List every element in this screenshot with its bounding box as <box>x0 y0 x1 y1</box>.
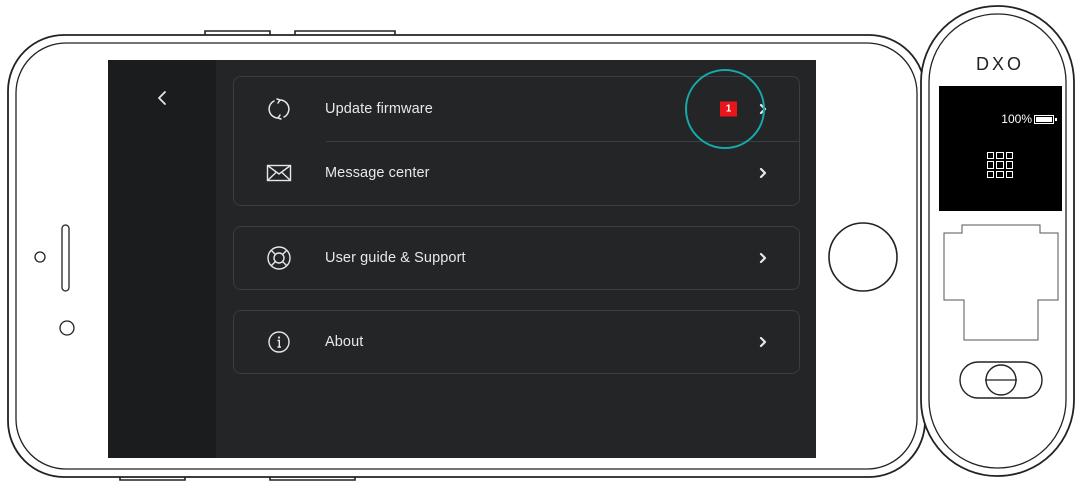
dxo-display: 100% <box>939 86 1062 211</box>
menu-item-label: About <box>325 334 364 350</box>
app-screen: Update firmware 1 Message center User gu… <box>108 60 816 458</box>
menu-item-user-guide[interactable]: User guide & Support <box>234 226 799 290</box>
envelope-icon <box>264 158 294 188</box>
chevron-right-icon <box>757 102 769 116</box>
menu-item-label: Update firmware <box>325 101 433 117</box>
sync-icon <box>264 94 294 124</box>
settings-card-about: About <box>233 310 800 374</box>
settings-card-updates: Update firmware 1 Message center <box>233 76 800 206</box>
info-icon <box>264 327 294 357</box>
grid-icon <box>987 152 1013 178</box>
battery-percent: 100% <box>1001 112 1032 126</box>
back-button[interactable] <box>150 84 174 112</box>
menu-item-update-firmware[interactable]: Update firmware 1 <box>234 77 799 141</box>
sidebar <box>108 60 216 458</box>
chevron-right-icon <box>757 335 769 349</box>
dxo-logo: DXO <box>975 54 1024 74</box>
lifebuoy-icon <box>264 243 294 273</box>
menu-item-label: User guide & Support <box>325 250 466 266</box>
battery-status: 100% <box>1001 112 1057 126</box>
chevron-left-icon <box>158 91 166 105</box>
notification-badge: 1 <box>720 101 737 117</box>
menu-item-label: Message center <box>325 165 430 181</box>
menu-item-message-center[interactable]: Message center <box>234 141 799 205</box>
chevron-right-icon <box>757 251 769 265</box>
menu-item-about[interactable]: About <box>234 310 799 374</box>
chevron-right-icon <box>757 166 769 180</box>
settings-card-support: User guide & Support <box>233 226 800 290</box>
battery-icon <box>1034 114 1057 124</box>
